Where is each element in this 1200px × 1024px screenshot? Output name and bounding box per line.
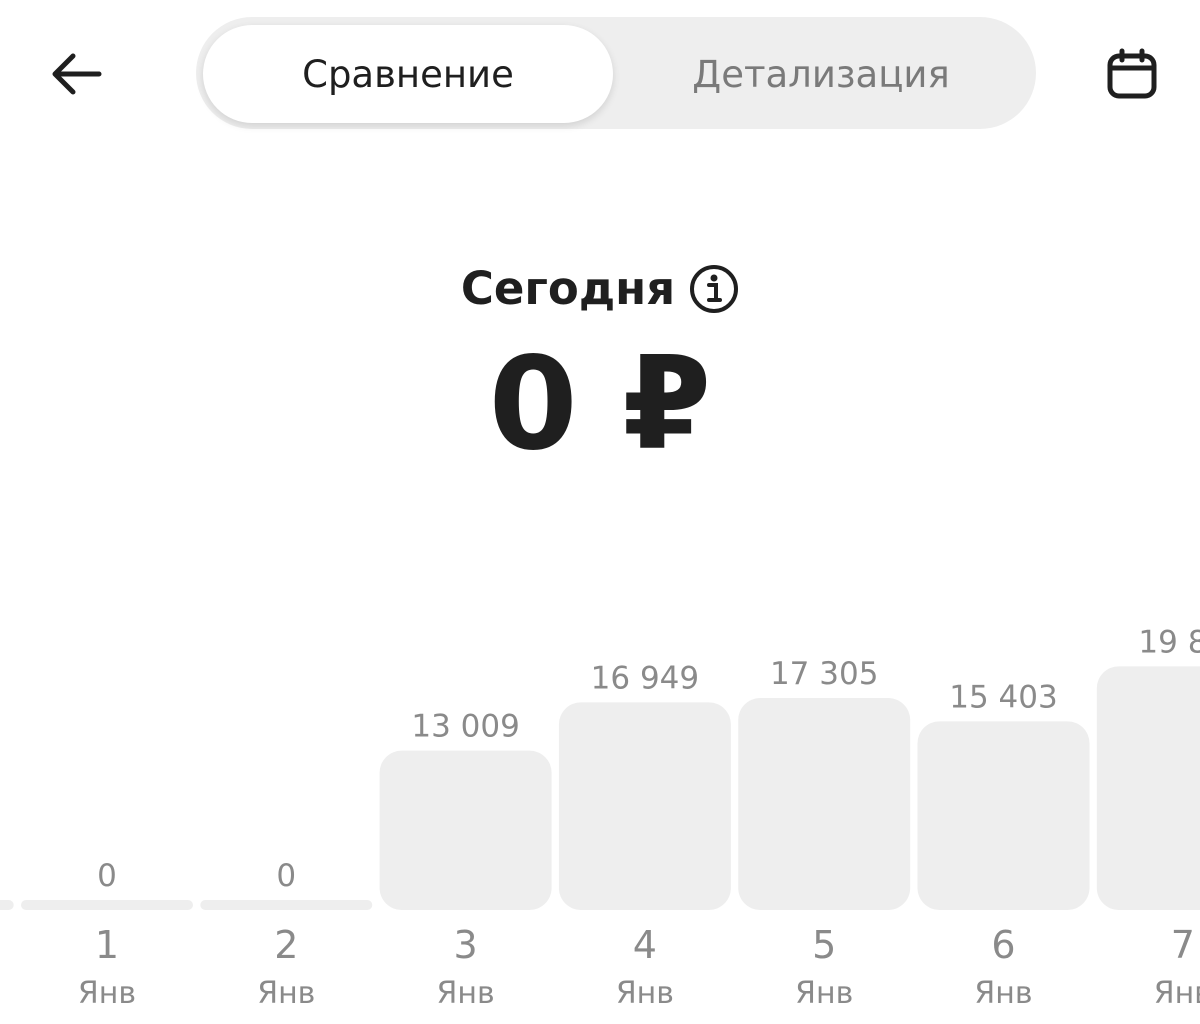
bar-value-label: 19 89 xyxy=(1138,624,1200,660)
bar-value-label: 0 xyxy=(276,858,296,894)
bar-day-7[interactable] xyxy=(1096,666,1200,910)
view-switcher: Сравнение Детализация xyxy=(196,17,1036,129)
bar-day-2[interactable] xyxy=(200,900,373,910)
back-button[interactable] xyxy=(40,42,110,106)
day-label: 5 xyxy=(812,923,836,967)
day-label: 2 xyxy=(274,923,298,967)
tab-details[interactable]: Детализация xyxy=(616,25,1026,123)
bar-value-label: 15 403 xyxy=(949,679,1057,715)
month-label: Янв xyxy=(437,976,495,1011)
tab-comparison[interactable]: Сравнение xyxy=(203,25,613,123)
day-label: 6 xyxy=(991,923,1015,967)
month-label: Янв xyxy=(974,976,1032,1011)
revenue-chart-svg: 0 1 Янв 0 2 Янв 13 009 3 Янв 16 949 4 Янв 17 305 5 Янв… xyxy=(0,624,1200,1011)
day-label: 1 xyxy=(95,923,119,967)
summary-amount: 0 ₽ xyxy=(488,330,712,479)
month-label: Янв xyxy=(78,976,136,1011)
info-icon[interactable] xyxy=(689,264,739,314)
month-label: Янв xyxy=(257,976,315,1011)
revenue-chart: 0 1 Янв 0 2 Янв 13 009 3 Янв 16 949 4 Янв 17 305 5 Янв… xyxy=(0,600,1200,1024)
bar-day-4[interactable] xyxy=(558,702,731,910)
calendar-button[interactable] xyxy=(1098,40,1166,108)
arrow-left-icon xyxy=(52,53,102,95)
summary-header: Сегодня xyxy=(0,262,1200,315)
bar-value-label: 16 949 xyxy=(591,660,699,696)
day-label: 3 xyxy=(454,923,478,967)
bar-value-label: 17 305 xyxy=(770,656,878,692)
page: Сравнение Детализация Сегодня 0 ₽ 0 1 Янв 0… xyxy=(0,0,1200,1024)
bar-day-1[interactable] xyxy=(21,900,193,910)
bar-previous[interactable] xyxy=(0,900,14,910)
day-label: 4 xyxy=(633,923,657,967)
calendar-icon xyxy=(1107,48,1157,99)
bar-value-label: 13 009 xyxy=(411,709,519,745)
bar-day-6[interactable] xyxy=(917,721,1090,910)
bar-day-5[interactable] xyxy=(738,698,911,910)
month-label: Янв xyxy=(616,976,674,1011)
day-label: 7 xyxy=(1171,923,1195,967)
summary-label: Сегодня xyxy=(460,262,676,315)
bar-day-3[interactable] xyxy=(379,750,552,910)
month-label: Янв xyxy=(795,976,853,1011)
bar-value-label: 0 xyxy=(97,858,117,894)
month-label: Янв xyxy=(1154,976,1200,1011)
